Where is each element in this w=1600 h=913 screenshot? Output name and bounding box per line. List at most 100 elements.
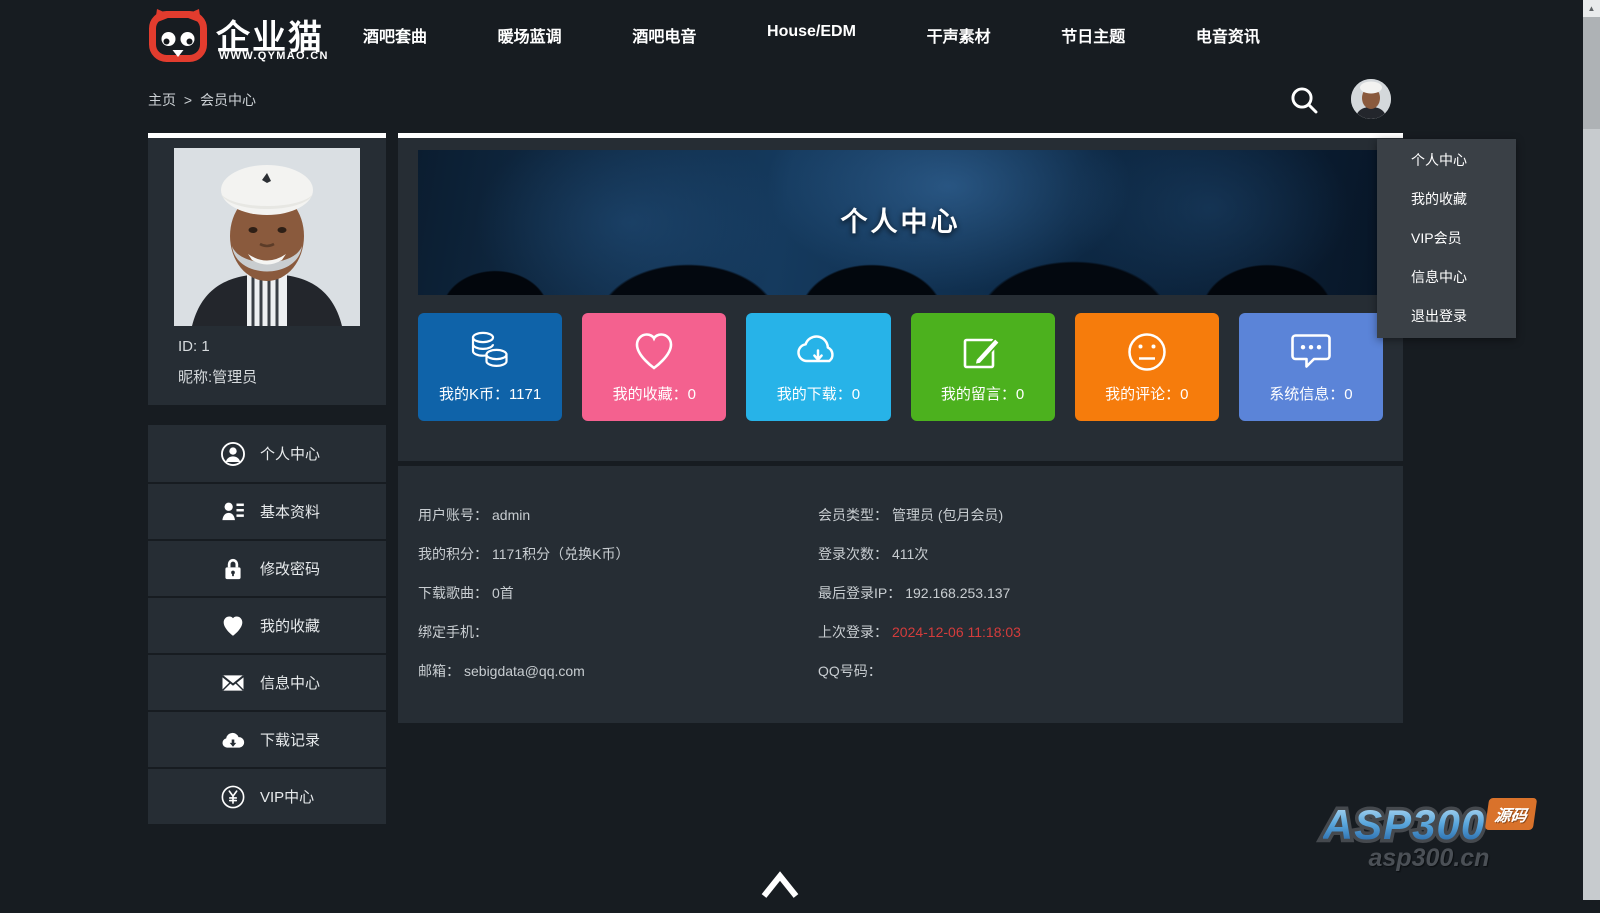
- watermark-badge: 源码: [1485, 798, 1538, 830]
- info-value: admin: [492, 507, 530, 523]
- member-overview-panel: 个人中心 我的K币：1171 我的收藏：0 我的下载：0 我的留言：0 我的评论：0 系统…: [398, 133, 1403, 461]
- watermark-text: ASP300: [1323, 801, 1485, 848]
- stat-card[interactable]: 我的下载：0: [746, 313, 890, 421]
- banner-title: 个人中心: [418, 150, 1383, 295]
- breadcrumb: 主页 > 会员中心: [148, 90, 260, 110]
- cloud-download-icon: [220, 727, 246, 753]
- stat-card[interactable]: 我的收藏：0: [582, 313, 726, 421]
- member-nickname: 昵称:管理员: [178, 366, 257, 387]
- heart-icon: [220, 613, 246, 639]
- scrollbar-thumb[interactable]: [1583, 17, 1600, 129]
- stat-card-label: 我的留言：0: [941, 383, 1024, 404]
- info-label: QQ号码：: [818, 663, 882, 679]
- lock-icon: [220, 556, 246, 582]
- sidebar-item-label: 基本资料: [260, 501, 320, 522]
- stat-card-label: 我的K币：1171: [439, 383, 541, 404]
- user-avatar[interactable]: [1351, 79, 1391, 119]
- heart-outline-icon: [630, 330, 678, 374]
- info-label: 上次登录：: [818, 624, 888, 640]
- breadcrumb-separator: >: [184, 92, 192, 108]
- dropdown-item[interactable]: 退出登录: [1377, 297, 1516, 336]
- member-portrait-photo: [174, 148, 360, 326]
- sidebar-item[interactable]: 个人中心: [148, 425, 386, 482]
- sidebar-menu: 个人中心基本资料修改密码我的收藏信息中心下载记录 VIP中心: [148, 425, 386, 824]
- breadcrumb-home[interactable]: 主页: [148, 92, 176, 108]
- stat-card-label: 我的下载：0: [777, 383, 860, 404]
- info-row: 下载歌曲：0首: [418, 574, 818, 613]
- main-nav: 酒吧套曲 暖场蓝调 酒吧电音 House/EDM 干声素材 节日主题 电音资讯: [363, 23, 1260, 47]
- chevron-up-icon[interactable]: [758, 864, 802, 908]
- banner: 个人中心: [418, 150, 1383, 295]
- dropdown-item[interactable]: VIP会员: [1377, 219, 1516, 258]
- dropdown-item[interactable]: 个人中心: [1377, 141, 1516, 180]
- stat-card-label: 我的收藏：0: [613, 383, 696, 404]
- sidebar-item-label: 个人中心: [260, 443, 320, 464]
- sidebar-item-label: 修改密码: [260, 558, 320, 579]
- nav-item[interactable]: 暖场蓝调: [498, 23, 562, 47]
- info-row: QQ号码：: [818, 652, 1378, 691]
- info-row: 最后登录IP：192.168.253.137: [818, 574, 1378, 613]
- info-label: 绑定手机：: [418, 624, 488, 640]
- nav-item[interactable]: 酒吧电音: [632, 23, 696, 47]
- dropdown-item[interactable]: 信息中心: [1377, 258, 1516, 297]
- cat-logo-icon[interactable]: [148, 8, 208, 64]
- envelope-icon: [220, 670, 246, 696]
- stat-cards: 我的K币：1171 我的收藏：0 我的下载：0 我的留言：0 我的评论：0 系统信息：0: [418, 313, 1383, 421]
- brand-site: WWW.QYMAO.CN: [219, 50, 329, 62]
- yen-circle-icon: [220, 784, 246, 810]
- info-row: 我的积分：1171积分（兑换K币）: [418, 535, 818, 574]
- info-value: 2024-12-06 11:18:03: [892, 624, 1021, 640]
- stat-card-label: 我的评论：0: [1105, 383, 1188, 404]
- info-row: 会员类型：管理员 (包月会员): [818, 496, 1378, 535]
- comment-dots-icon: [1287, 330, 1335, 374]
- sidebar-item[interactable]: VIP中心: [148, 767, 386, 824]
- breadcrumb-current: 会员中心: [200, 92, 256, 108]
- member-id: ID: 1: [178, 338, 210, 355]
- meh-face-icon: [1123, 330, 1171, 374]
- info-value: sebigdata@qq.com: [464, 663, 585, 679]
- user-icon: [220, 441, 246, 467]
- info-row: 登录次数：411次: [818, 535, 1378, 574]
- account-info-panel: 用户账号：admin我的积分：1171积分（兑换K币）下载歌曲：0首绑定手机：邮…: [398, 466, 1403, 723]
- nav-item[interactable]: House/EDM: [767, 23, 856, 47]
- sidebar-item[interactable]: 修改密码: [148, 539, 386, 596]
- watermark: ASP300 ASP300 源码 asp300.cn: [1314, 798, 1544, 873]
- info-label: 用户账号：: [418, 507, 488, 523]
- sidebar-item[interactable]: 信息中心: [148, 653, 386, 710]
- info-row: 上次登录：2024-12-06 11:18:03: [818, 613, 1378, 652]
- info-row: 邮箱：sebigdata@qq.com: [418, 652, 818, 691]
- info-row: 用户账号：admin: [418, 496, 818, 535]
- dropdown-item[interactable]: 我的收藏: [1377, 180, 1516, 219]
- edit-icon: [959, 330, 1007, 374]
- info-value: 管理员 (包月会员): [892, 507, 1003, 523]
- stat-card[interactable]: 我的留言：0: [911, 313, 1055, 421]
- info-value: 192.168.253.137: [905, 585, 1010, 601]
- stat-card[interactable]: 我的K币：1171: [418, 313, 562, 421]
- info-row: 绑定手机：: [418, 613, 818, 652]
- info-value: 0首: [492, 585, 514, 601]
- profile-panel: ID: 1 昵称:管理员: [148, 133, 386, 405]
- sidebar-item[interactable]: 下载记录: [148, 710, 386, 767]
- id-card-icon: [220, 499, 246, 525]
- scroll-up-button[interactable]: ▲: [1583, 0, 1600, 17]
- info-label: 会员类型：: [818, 507, 888, 523]
- sidebar-item-label: VIP中心: [260, 786, 314, 807]
- scrollbar[interactable]: ▲: [1583, 0, 1600, 900]
- stat-card[interactable]: 系统信息：0: [1239, 313, 1383, 421]
- nav-item[interactable]: 干声素材: [927, 23, 991, 47]
- info-value: 1171积分（兑换K币）: [492, 546, 629, 562]
- sidebar-item-label: 信息中心: [260, 672, 320, 693]
- info-label: 最后登录IP：: [818, 585, 901, 601]
- stat-card[interactable]: 我的评论：0: [1075, 313, 1219, 421]
- info-label: 我的积分：: [418, 546, 488, 562]
- account-info-left: 用户账号：admin我的积分：1171积分（兑换K币）下载歌曲：0首绑定手机：邮…: [418, 496, 818, 691]
- nav-item[interactable]: 酒吧套曲: [363, 23, 427, 47]
- nav-item[interactable]: 节日主题: [1061, 23, 1125, 47]
- sidebar-item[interactable]: 基本资料: [148, 482, 386, 539]
- search-icon[interactable]: [1288, 84, 1320, 116]
- sidebar-item-label: 我的收藏: [260, 615, 320, 636]
- nav-item[interactable]: 电音资讯: [1196, 23, 1260, 47]
- account-info-right: 会员类型：管理员 (包月会员)登录次数：411次最后登录IP：192.168.2…: [818, 496, 1378, 691]
- sidebar-item[interactable]: 我的收藏: [148, 596, 386, 653]
- info-label: 登录次数：: [818, 546, 888, 562]
